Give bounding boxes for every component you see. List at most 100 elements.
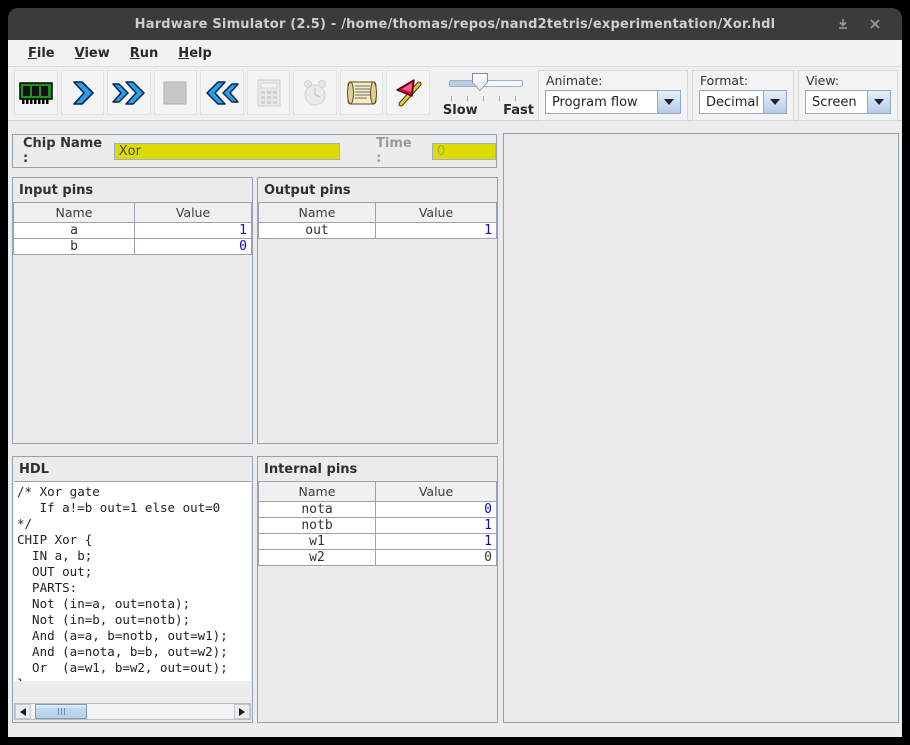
- menu-help[interactable]: Help: [168, 43, 221, 64]
- hdl-line: If a!=b out=1 else out=0: [17, 500, 251, 516]
- toolbar: Slow Fast Animate: Program flow Format: …: [8, 67, 902, 121]
- scrollbar-track[interactable]: [31, 704, 234, 719]
- pin-name: b: [14, 239, 135, 255]
- calculator-icon: [255, 78, 283, 108]
- chip-name-field[interactable]: Xor: [114, 143, 340, 160]
- view-dropdown-button[interactable]: [867, 90, 891, 114]
- hdl-line: */: [17, 516, 251, 532]
- column-header-name: Name: [14, 203, 135, 223]
- pin-name: a: [14, 223, 135, 239]
- animate-select[interactable]: Program flow: [545, 90, 681, 114]
- format-label: Format:: [700, 73, 787, 88]
- close-button[interactable]: [864, 14, 886, 34]
- table-row: notb 1: [259, 518, 497, 534]
- animate-label: Animate:: [546, 73, 681, 88]
- table-row: w2 0: [259, 550, 497, 566]
- column-header-value: Value: [376, 203, 497, 223]
- time-value: 0: [437, 144, 445, 159]
- run-double-chevron-icon: [111, 78, 147, 108]
- time-field: 0: [432, 143, 496, 160]
- pin-name: notb: [259, 518, 376, 534]
- breakpoint-flag-icon: [392, 77, 424, 109]
- hdl-line: }: [17, 676, 251, 681]
- pin-value[interactable]: 0: [135, 239, 252, 255]
- table-row: out 1: [259, 223, 497, 239]
- time-label: Time :: [376, 136, 420, 166]
- speed-slider-handle[interactable]: [472, 73, 488, 91]
- screen-view-panel: [503, 133, 899, 723]
- alarm-clock-icon: [300, 78, 330, 108]
- pin-value: 0: [376, 502, 497, 518]
- pin-name: w2: [259, 550, 376, 566]
- column-header-value: Value: [135, 203, 252, 223]
- hdl-line: And (a=nota, b=b, out=w2);: [17, 644, 251, 660]
- minimize-button[interactable]: [832, 14, 854, 34]
- speed-slider-group: Slow Fast: [443, 70, 534, 118]
- stop-square-icon: [162, 80, 188, 106]
- hdl-code-view[interactable]: /* Xor gate If a!=b out=1 else out=0 */ …: [14, 481, 251, 681]
- table-row: a 1: [14, 223, 252, 239]
- pin-value: 1: [376, 518, 497, 534]
- hdl-line: Or (a=w1, b=w2, out=out);: [17, 660, 251, 676]
- hdl-scroll-icon: [345, 78, 379, 108]
- chevron-down-icon: [664, 99, 674, 105]
- format-select[interactable]: Decimal: [699, 90, 787, 114]
- load-chip-button[interactable]: [14, 70, 58, 115]
- animate-value: Program flow: [545, 90, 657, 114]
- hdl-title: HDL: [13, 457, 252, 481]
- scrollbar-thumb[interactable]: [35, 704, 87, 719]
- run-button[interactable]: [107, 70, 151, 115]
- close-icon: [869, 18, 881, 30]
- titlebar[interactable]: Hardware Simulator (2.5) - /home/thomas/…: [8, 8, 902, 40]
- hdl-line: Not (in=b, out=notb);: [17, 612, 251, 628]
- hdl-horizontal-scrollbar[interactable]: [14, 703, 251, 720]
- scroll-left-button[interactable]: [15, 704, 31, 719]
- single-step-button[interactable]: [61, 70, 105, 115]
- view-value: Screen: [805, 90, 867, 114]
- view-select[interactable]: Screen: [805, 90, 891, 114]
- column-header-value: Value: [376, 482, 497, 502]
- chip-name-label: Chip Name :: [23, 136, 109, 166]
- reset-double-chevron-icon: [204, 78, 240, 108]
- arrow-right-icon: [239, 708, 245, 716]
- animate-group: Animate: Program flow: [538, 70, 688, 121]
- view-hdl-button[interactable]: [340, 70, 384, 115]
- clock-button: [293, 70, 337, 115]
- window-title: Hardware Simulator (2.5) - /home/thomas/…: [135, 17, 776, 32]
- pin-value[interactable]: 1: [135, 223, 252, 239]
- input-pins-title: Input pins: [13, 178, 252, 202]
- view-group: View: Screen: [798, 70, 898, 121]
- table-row: w1 1: [259, 534, 497, 550]
- output-pins-table: Name Value out 1: [258, 202, 497, 239]
- breakpoints-button[interactable]: [386, 70, 430, 115]
- menu-run[interactable]: Run: [120, 43, 169, 64]
- animate-dropdown-button[interactable]: [657, 90, 681, 114]
- output-pins-title: Output pins: [258, 178, 497, 202]
- reset-button[interactable]: [200, 70, 244, 115]
- main-content: Chip Name : Xor Time : 0 Input pins Name…: [8, 121, 902, 737]
- hdl-line: OUT out;: [17, 564, 251, 580]
- column-header-name: Name: [259, 482, 376, 502]
- format-group: Format: Decimal: [692, 70, 794, 121]
- menu-file[interactable]: File: [18, 43, 65, 64]
- hdl-line: /* Xor gate: [17, 484, 251, 500]
- view-label: View:: [806, 73, 891, 88]
- table-row: nota 0: [259, 502, 497, 518]
- pin-value: 1: [376, 223, 497, 239]
- input-pins-table: Name Value a 1 b 0: [13, 202, 252, 255]
- pin-name: out: [259, 223, 376, 239]
- input-pins-panel: Input pins Name Value a 1 b 0: [12, 177, 253, 444]
- stop-button[interactable]: [154, 70, 198, 115]
- scroll-right-button[interactable]: [234, 704, 250, 719]
- slow-label: Slow: [443, 103, 478, 118]
- memory-chip-icon: [18, 79, 54, 107]
- menu-view[interactable]: View: [65, 43, 120, 64]
- pin-name: w1: [259, 534, 376, 550]
- fast-label: Fast: [503, 103, 534, 118]
- arrow-left-icon: [20, 708, 26, 716]
- chevron-down-icon: [770, 99, 780, 105]
- hdl-panel: HDL /* Xor gate If a!=b out=1 else out=0…: [12, 456, 253, 723]
- format-value: Decimal: [699, 90, 763, 114]
- column-header-name: Name: [259, 203, 376, 223]
- format-dropdown-button[interactable]: [763, 90, 787, 114]
